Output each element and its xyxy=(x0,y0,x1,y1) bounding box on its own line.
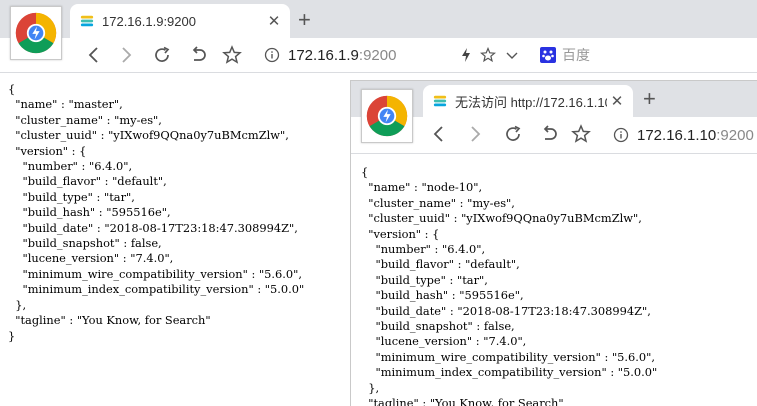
reload-icon xyxy=(155,46,170,62)
bookmark-button[interactable] xyxy=(218,38,246,72)
json-response: { "name" : "node-10", "cluster_name" : "… xyxy=(361,165,658,406)
forward-button[interactable] xyxy=(461,117,489,151)
tab-title: 无法访问 http://172.16.1.10:9 xyxy=(455,94,607,110)
forward-button[interactable] xyxy=(112,38,140,72)
new-tab-button[interactable]: + xyxy=(643,88,656,110)
baidu-paw-icon xyxy=(540,47,556,63)
star-icon xyxy=(480,47,496,63)
info-circle-icon xyxy=(264,47,280,63)
new-tab-button[interactable]: + xyxy=(298,9,311,31)
tab-title: 172.16.1.9:9200 xyxy=(102,13,196,29)
star-icon xyxy=(571,124,591,143)
bookmark-button[interactable] xyxy=(567,117,595,151)
address-bar[interactable]: 172.16.1.10:9200 xyxy=(613,123,754,147)
browser-window-front: 无法访问 http://172.16.1.10:9 ✕ + 172.16.1.1… xyxy=(350,80,757,406)
undo-icon xyxy=(192,46,206,61)
arrow-left-icon xyxy=(433,126,443,142)
lightning-icon xyxy=(462,48,470,62)
lightning-button[interactable] xyxy=(456,45,476,65)
address-dropdown[interactable] xyxy=(502,45,522,65)
elasticsearch-favicon-icon xyxy=(80,15,94,27)
address-port: :9200 xyxy=(358,46,397,64)
chrome-logo-icon xyxy=(10,6,62,60)
search-placeholder: 百度 xyxy=(562,47,590,63)
elasticsearch-favicon-icon xyxy=(433,95,447,107)
star-icon xyxy=(222,45,242,64)
tab-close-button[interactable]: ✕ xyxy=(264,12,284,30)
address-bar[interactable]: 172.16.1.9:9200 xyxy=(264,43,396,67)
reload-icon xyxy=(506,125,521,141)
tab-active[interactable]: 172.16.1.9:9200 ✕ xyxy=(70,4,290,38)
address-host: 172.16.1.9 xyxy=(288,46,359,64)
address-host: 172.16.1.10 xyxy=(637,126,717,144)
tab-active[interactable]: 无法访问 http://172.16.1.10:9 ✕ xyxy=(423,85,633,117)
arrow-right-icon xyxy=(122,47,132,63)
reload-button[interactable] xyxy=(148,38,176,72)
undo-button[interactable] xyxy=(535,117,563,151)
toolbar: 172.16.1.9:9200 百度 xyxy=(0,38,757,73)
tab-close-button[interactable]: ✕ xyxy=(607,92,627,110)
json-response: { "name" : "master", "cluster_name" : "m… xyxy=(8,82,305,343)
reload-button[interactable] xyxy=(499,117,527,151)
arrow-left-icon xyxy=(88,47,98,63)
chrome-logo-icon xyxy=(361,89,413,143)
undo-icon xyxy=(543,125,557,140)
info-circle-icon xyxy=(613,127,629,143)
undo-button[interactable] xyxy=(184,38,212,72)
search-box[interactable]: 百度 xyxy=(540,43,590,67)
back-button[interactable] xyxy=(80,38,108,72)
favorite-button[interactable] xyxy=(478,45,498,65)
back-button[interactable] xyxy=(425,117,453,151)
arrow-right-icon xyxy=(471,126,481,142)
tab-strip: 172.16.1.9:9200 ✕ + xyxy=(0,0,757,38)
address-port: :9200 xyxy=(716,126,754,144)
chevron-down-icon xyxy=(506,52,518,59)
